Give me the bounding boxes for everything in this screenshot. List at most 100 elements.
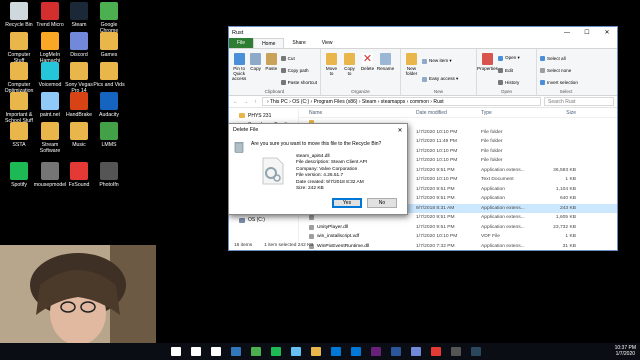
properties-button[interactable]: Properties [477, 51, 498, 88]
store-icon[interactable] [331, 347, 341, 356]
tab-home[interactable]: Home [253, 38, 285, 48]
app-icon [100, 62, 118, 80]
new-item-label: New item ▾ [429, 58, 452, 63]
desktop-icon[interactable]: PhotoIfn [92, 162, 126, 188]
tab-file[interactable]: File [229, 38, 254, 48]
file-icon [309, 215, 314, 221]
desktop-icon[interactable]: Discord [62, 32, 96, 58]
edge-icon[interactable] [231, 347, 241, 356]
dialog-close-button[interactable]: ✕ [393, 127, 407, 134]
desktop-icon[interactable]: Computer Stuff [2, 32, 36, 64]
desktop-icon[interactable]: Spotify [2, 162, 36, 188]
pin-quick-access-button[interactable]: Pin to Quick access [232, 51, 246, 88]
steam2-icon[interactable] [471, 347, 481, 356]
file-name-cell: win_installscript.vdf [299, 234, 416, 240]
close-button[interactable]: ✕ [597, 29, 617, 36]
file-size-cell: 1 KB [565, 234, 576, 240]
column-name[interactable]: Name [299, 110, 416, 116]
desktop-icon[interactable]: Games [92, 32, 126, 58]
address-path[interactable]: › This PC › OS (C:) › Program Files (x86… [262, 97, 541, 106]
desktop-icon[interactable]: Steam [62, 2, 96, 28]
forward-button[interactable]: → [242, 99, 249, 105]
back-button[interactable]: ← [232, 99, 239, 105]
desktop-icon-label: Steam [71, 22, 87, 28]
system-clock[interactable]: 10:37 PM 1/7/2020 [615, 345, 636, 357]
search-input[interactable]: Search Rust [544, 97, 614, 106]
file-date-cell: 1/7/2020 10:10 PM [416, 158, 458, 164]
dialog-title: Delete File [233, 127, 259, 133]
desktop-icon[interactable]: Important & School Stuff [2, 92, 36, 124]
file-name-text: win_installscript.vdf [317, 234, 360, 240]
move-to-button[interactable]: Move to [324, 51, 339, 88]
file-type-cell: Application [481, 196, 505, 202]
desktop-icon[interactable]: Google Chrome [92, 2, 126, 34]
file-size-cell: 243 KB [559, 205, 576, 211]
cut-button[interactable]: Cut [280, 55, 317, 61]
edit-button[interactable]: Edit [498, 67, 520, 73]
desktop-icon[interactable]: LMMS [92, 122, 126, 148]
file-date-cell: 9/7/2018 8:31 AM [416, 205, 455, 211]
desktop-icon-label: Discord [70, 52, 88, 58]
nav-item[interactable]: PHYS 231 [229, 111, 298, 121]
word-icon[interactable] [391, 347, 401, 356]
steam-icon[interactable] [291, 347, 301, 356]
rename-button[interactable]: Rename [377, 51, 394, 88]
copy-to-button[interactable]: Copy to [342, 51, 357, 88]
nav-item[interactable]: OS (C:) [229, 216, 298, 226]
easy-access-button[interactable]: Easy access ▾ [422, 76, 458, 82]
desktop-icon[interactable]: FxSound [62, 162, 96, 188]
paste-shortcut-button[interactable]: Paste shortcut [280, 79, 317, 85]
new-item-button[interactable]: New item ▾ [422, 58, 458, 64]
media-icon[interactable] [431, 347, 441, 356]
maximize-button[interactable]: ☐ [577, 29, 597, 36]
paste-button[interactable]: Paste [265, 51, 278, 88]
file-row[interactable]: UnityPlayer.dll 1/7/2020 9:51 PM Applicati… [299, 223, 617, 233]
up-button[interactable]: ↑ [252, 99, 259, 105]
task-view-icon[interactable] [211, 347, 221, 356]
invert-selection-button[interactable]: Invert selection [540, 79, 578, 85]
desktop-icon[interactable]: SSTA [2, 122, 36, 148]
vs-icon[interactable] [371, 347, 381, 356]
history-icon [498, 79, 503, 85]
dialog-title-bar: Delete File ✕ [229, 124, 407, 136]
column-type[interactable]: Type [481, 110, 531, 116]
desktop-icon[interactable]: Music [62, 122, 96, 148]
select-all-icon [540, 55, 545, 61]
desktop-icon[interactable]: Pics and Vids [92, 62, 126, 88]
copy-path-label: Copy path [287, 67, 309, 73]
start-icon[interactable] [171, 347, 181, 356]
desktop-icon[interactable]: Computer Optimization [2, 62, 36, 94]
history-button[interactable]: History [498, 79, 520, 85]
desktop-icon[interactable]: Recycle Bin [2, 2, 36, 28]
file-type-cell: Text Document [481, 177, 514, 183]
mail-icon[interactable] [351, 347, 361, 356]
yes-button[interactable]: Yes [332, 198, 362, 208]
status-bar: 16 items 1 item selected 242 KB [229, 241, 617, 250]
no-button[interactable]: No [367, 198, 397, 208]
spotify-icon[interactable] [271, 347, 281, 356]
obs-icon[interactable] [451, 347, 461, 356]
new-folder-button[interactable]: New folder [404, 51, 419, 88]
pin-icon [233, 53, 245, 65]
tab-share[interactable]: Share [284, 38, 313, 48]
chrome-icon[interactable] [251, 347, 261, 356]
open-button[interactable]: Open ▾ [498, 55, 520, 61]
move-to-label: Move to [325, 66, 338, 76]
desktop-icon[interactable]: HandBrake [62, 92, 96, 118]
file-description: File description: Steam Client API [296, 160, 368, 166]
select-all-button[interactable]: Select all [540, 55, 578, 61]
delete-button[interactable]: ✕ Delete [360, 51, 375, 88]
minimize-button[interactable]: — [557, 30, 577, 36]
file-explorer-icon[interactable] [311, 347, 321, 356]
column-date[interactable]: Date modified [416, 110, 481, 116]
copy-path-button[interactable]: Copy path [280, 67, 317, 73]
discord-icon[interactable] [411, 347, 421, 356]
desktop-icon[interactable]: Audacity [92, 92, 126, 118]
new-folder-icon [406, 53, 417, 65]
desktop-icon[interactable]: Sony Vegas Pro 14 [62, 62, 96, 94]
select-none-button[interactable]: Select none [540, 67, 578, 73]
search-icon[interactable] [191, 347, 201, 356]
tab-view[interactable]: View [314, 38, 341, 48]
copy-button[interactable]: Copy [249, 51, 262, 88]
column-size[interactable]: Size [531, 110, 576, 116]
